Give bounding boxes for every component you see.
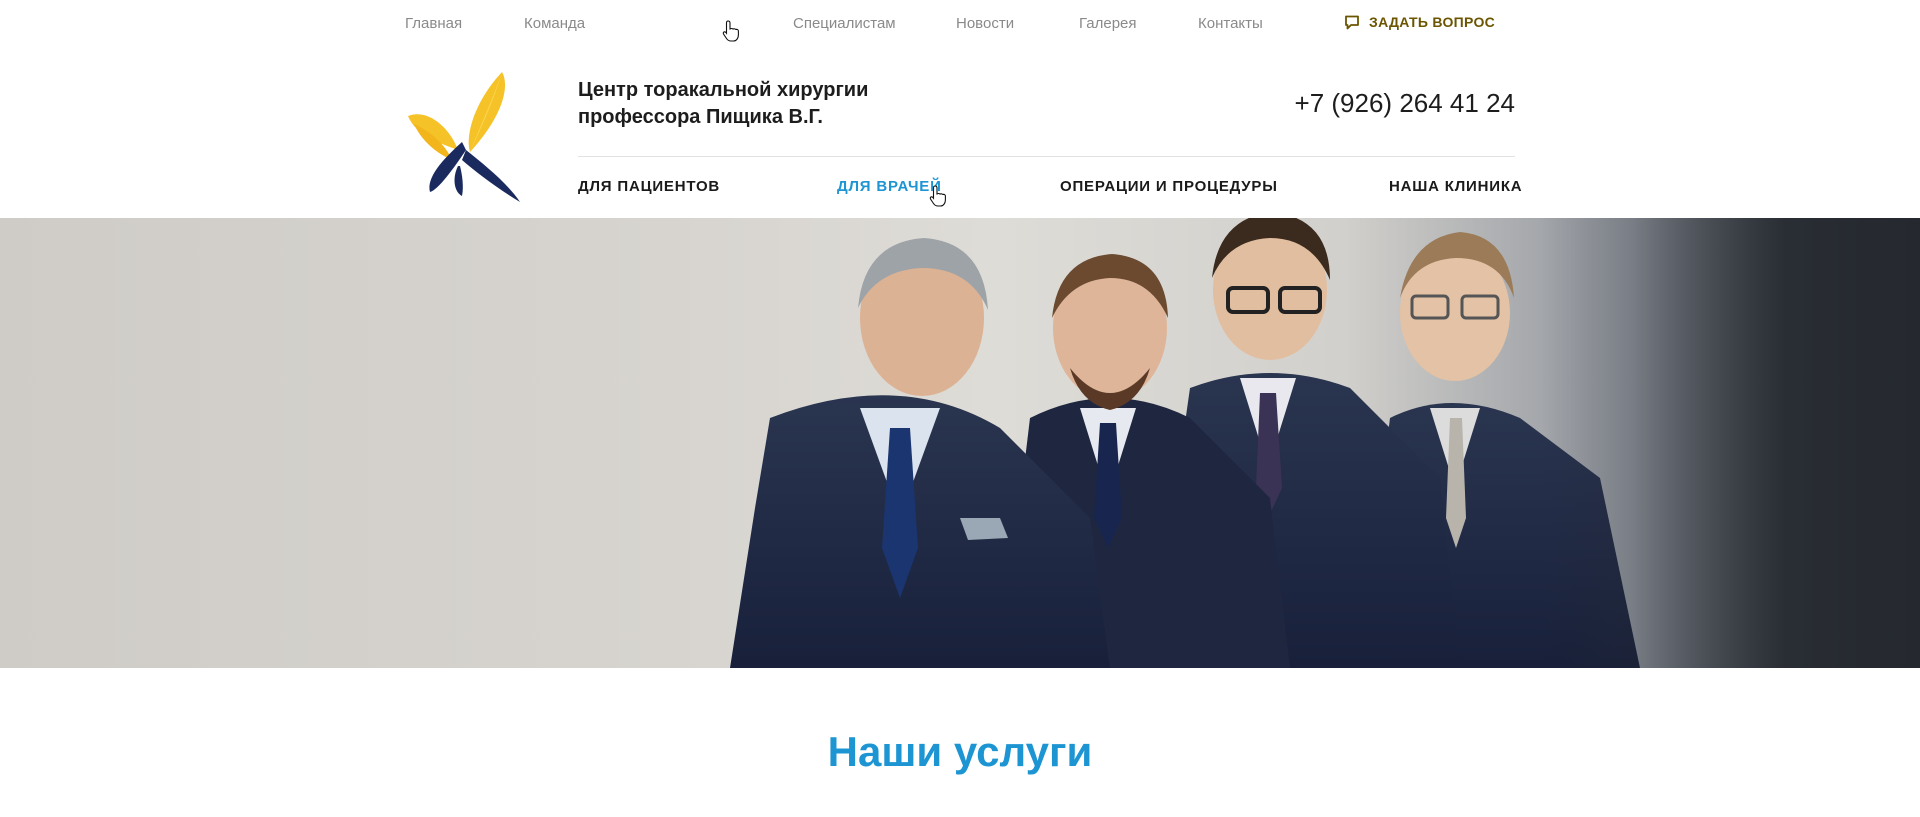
hand-cursor-icon	[722, 20, 739, 42]
top-nav-news[interactable]: Новости	[956, 15, 1014, 32]
header-divider	[578, 156, 1515, 157]
services-heading: Наши услуги	[827, 728, 1093, 775]
top-nav-specialists[interactable]: Специалистам	[793, 15, 896, 32]
top-nav-contacts[interactable]: Контакты	[1198, 15, 1263, 32]
hand-cursor-icon	[929, 185, 946, 207]
butterfly-logo[interactable]	[404, 70, 526, 204]
hero-team-photo	[0, 218, 1920, 668]
phone-number[interactable]: +7 (926) 264 41 24	[1295, 88, 1515, 119]
ask-question-button[interactable]: ЗАДАТЬ ВОПРОС	[1344, 14, 1495, 30]
top-nav-gallery[interactable]: Галерея	[1079, 15, 1137, 32]
top-nav-home[interactable]: Главная	[405, 15, 462, 32]
brand-line-2: профессора Пищика В.Г.	[578, 106, 823, 128]
top-utility-nav: Главная Команда Специалистам Новости Гал…	[0, 0, 1920, 44]
main-nav-clinic[interactable]: НАША КЛИНИКА	[1389, 178, 1522, 195]
main-nav-patients[interactable]: ДЛЯ ПАЦИЕНТОВ	[578, 178, 720, 195]
brand-line-1: Центр торакальной хирургии	[578, 79, 869, 101]
ask-question-label: ЗАДАТЬ ВОПРОС	[1369, 14, 1496, 30]
chat-bubble-icon	[1344, 15, 1360, 30]
main-nav-operations[interactable]: ОПЕРАЦИИ И ПРОЦЕДУРЫ	[1060, 178, 1278, 195]
main-nav-doctors[interactable]: ДЛЯ ВРАЧЕЙ	[837, 178, 942, 195]
team-of-four-surgeons-photo	[730, 218, 1920, 668]
clinic-brand-name[interactable]: Центр торакальной хирургии профессора Пи…	[578, 77, 868, 131]
top-nav-team[interactable]: Команда	[524, 15, 585, 32]
